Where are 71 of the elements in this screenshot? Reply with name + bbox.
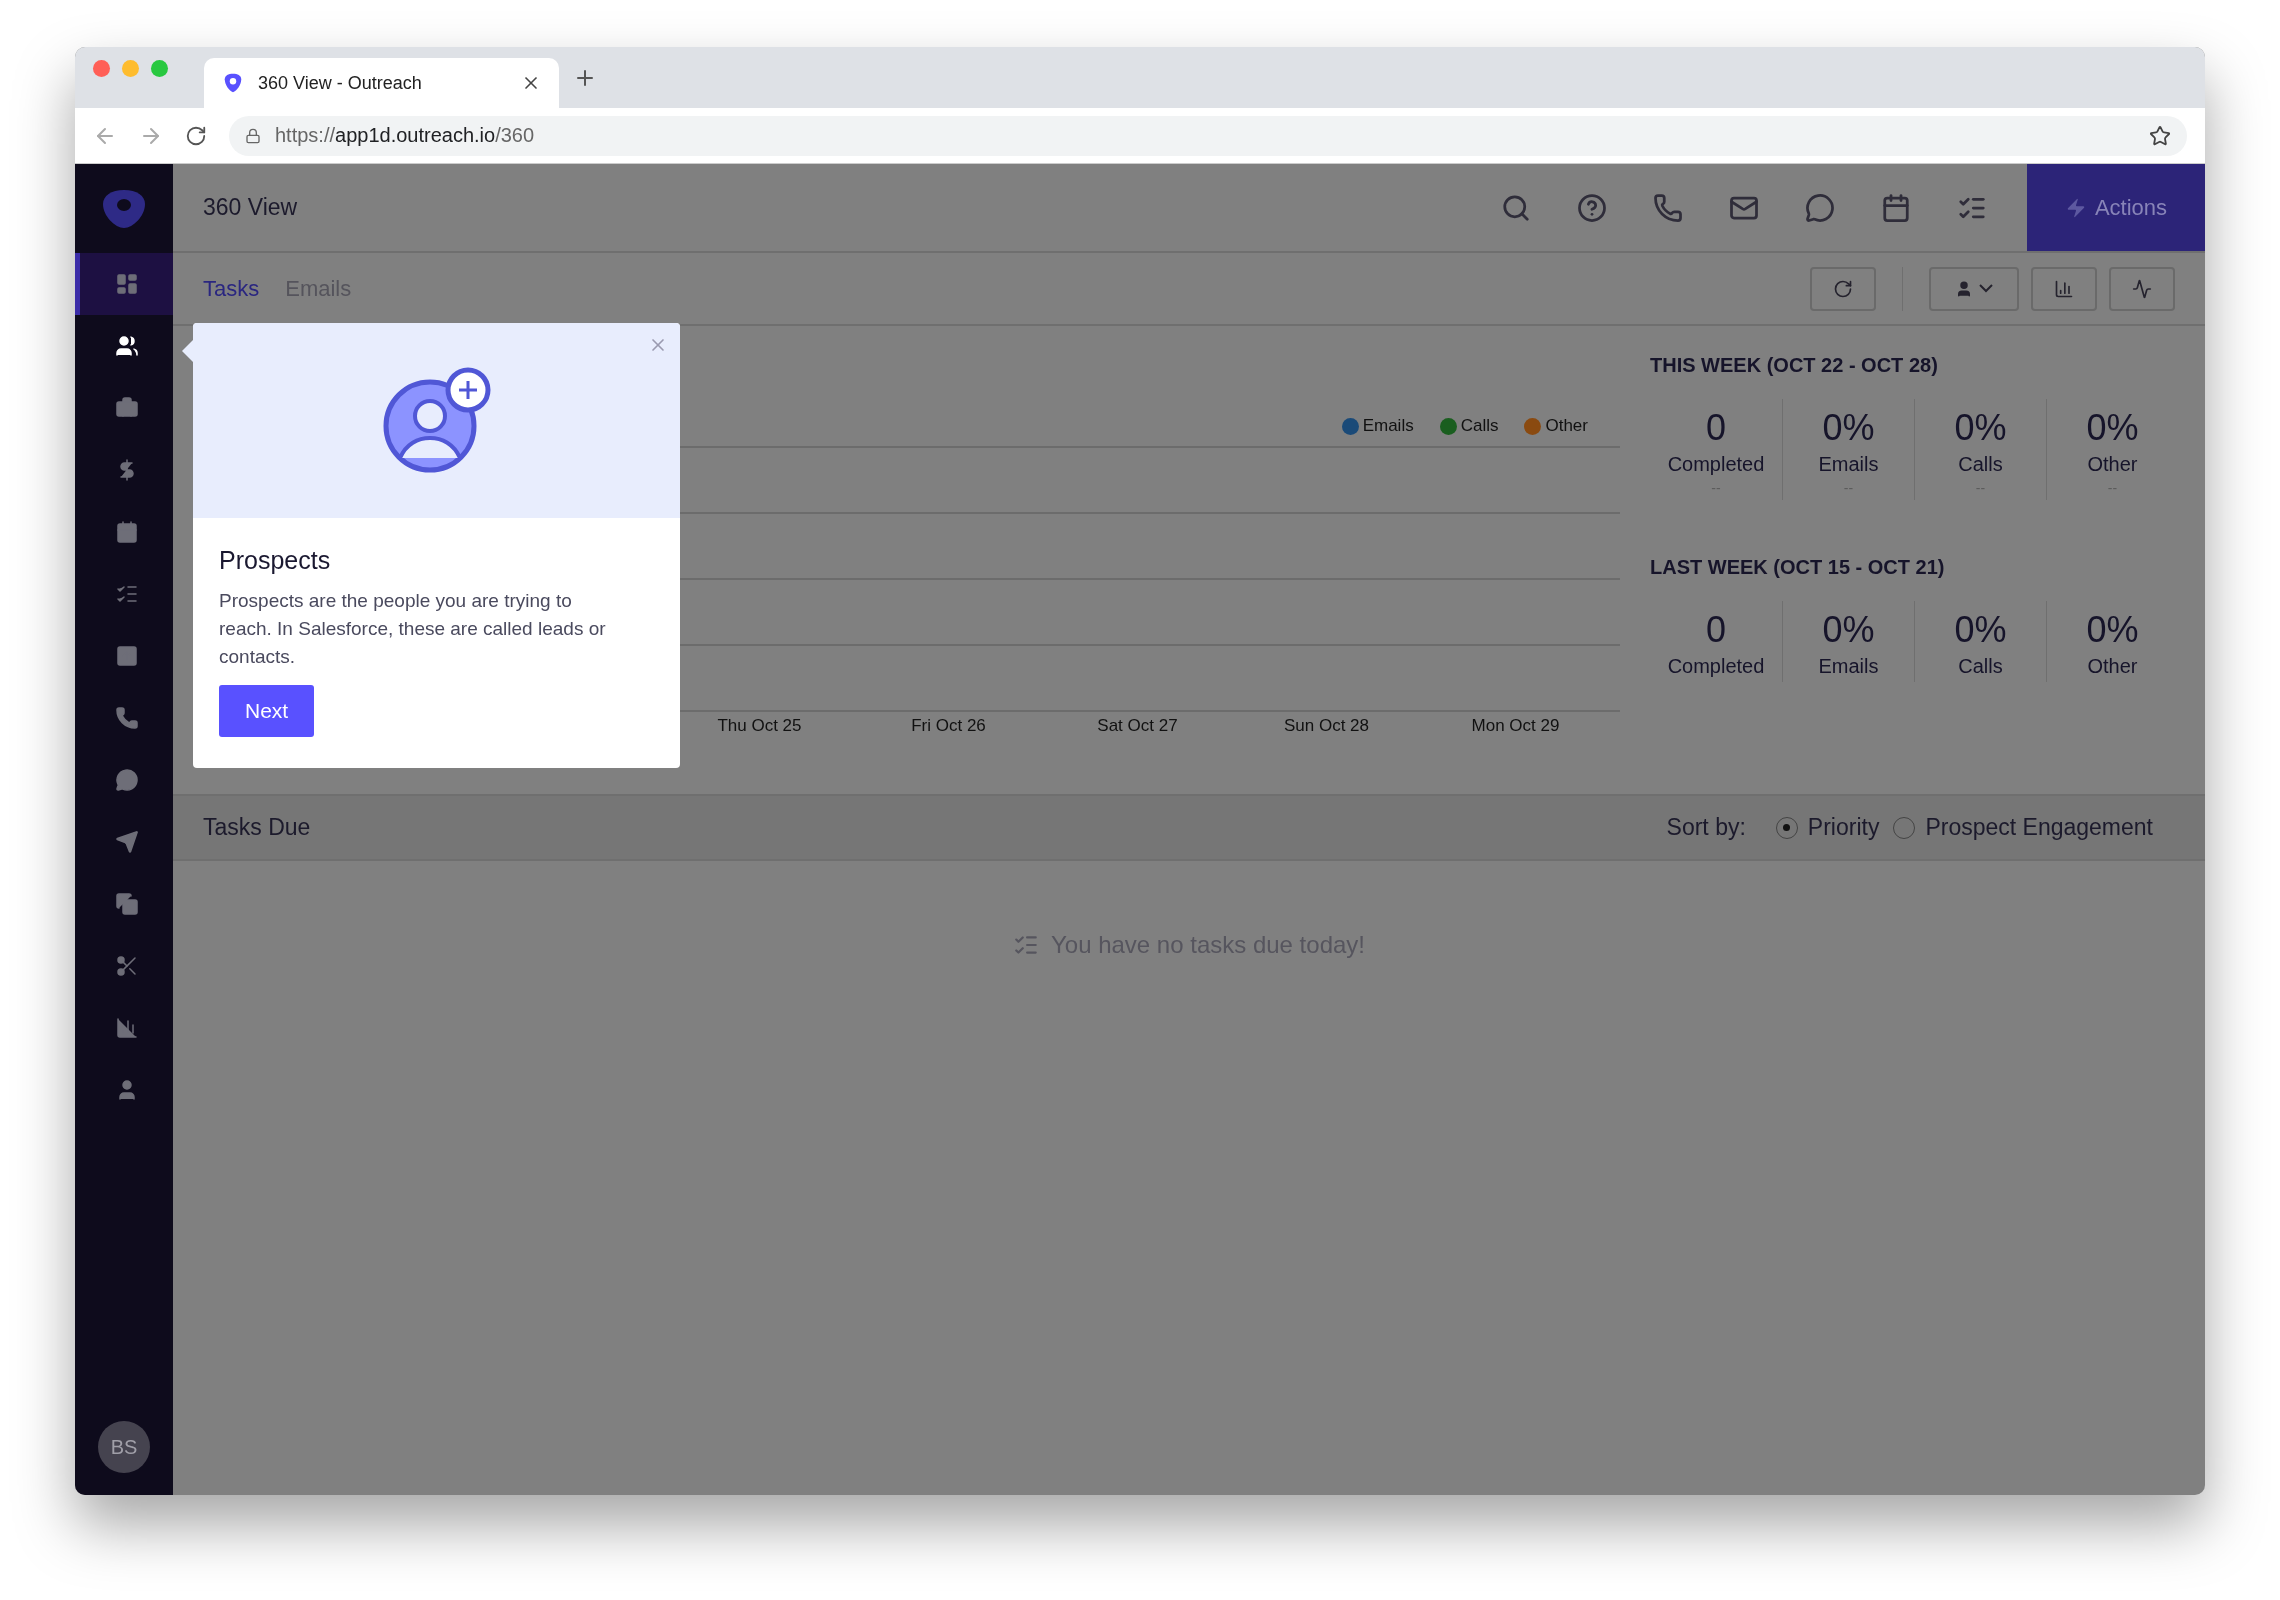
people-icon (114, 334, 139, 358)
legend-label: Emails (1362, 416, 1414, 436)
stat-change: -- (1711, 480, 1721, 496)
tab[interactable]: Tasks (203, 275, 260, 302)
legend-label: Other (1545, 416, 1588, 436)
stat-value: 0% (1822, 609, 1875, 651)
user-filter-button[interactable] (1929, 266, 2019, 311)
dashboard-icon (114, 272, 139, 296)
stat-label: Completed (1667, 453, 1765, 476)
stat-value: 0 (1706, 609, 1726, 651)
user-avatar[interactable]: BS (98, 1421, 150, 1473)
axis-label: Thu Oct 25 (716, 716, 803, 736)
stat-value: 0% (1954, 407, 2007, 449)
legend-label: Calls (1460, 416, 1499, 436)
address-bar[interactable]: https://app1d.outreach.io/360 (229, 115, 2187, 156)
popup-text: Prospects are the people you are trying to reach. In Salesforce, these are called leads or contacts. (219, 589, 607, 669)
stat-label: Emails (1818, 655, 1879, 678)
calendar-icon (114, 520, 139, 544)
week-title: THIS WEEK (OCT 22 - OCT 28) (1650, 354, 1939, 377)
copy-icon (114, 892, 139, 916)
stat-change: -- (1843, 480, 1854, 496)
stat-value: 0% (1822, 407, 1875, 449)
lock-icon (245, 127, 261, 144)
axis-label: Mon Oct 29 (1470, 716, 1561, 736)
chart-view-button[interactable] (2031, 266, 2097, 311)
phone-icon (114, 706, 139, 730)
tab-title: 360 View - Outreach (258, 72, 423, 94)
stat-label: Other (2087, 453, 2138, 476)
scissors-icon (114, 954, 139, 978)
section-title: Tasks Due (203, 814, 312, 841)
stat-label: Calls (1958, 453, 2003, 476)
stat-change: -- (2107, 480, 2118, 496)
radio-label[interactable]: Prospect Engagement (1925, 814, 2153, 841)
refresh-icon (1833, 278, 1853, 299)
briefcase-icon (114, 396, 139, 420)
help-icon[interactable] (1577, 192, 1607, 223)
stat-value: 0% (1954, 609, 2007, 651)
stat-value: 0% (2086, 609, 2139, 651)
stat-label: Emails (1818, 453, 1879, 476)
week-title: LAST WEEK (OCT 15 - OCT 21) (1650, 556, 1946, 579)
actions-button[interactable]: Actions (2027, 164, 2205, 251)
axis-label: Fri Oct 26 (910, 716, 987, 736)
pulse-icon (2132, 278, 2152, 299)
close-window-button[interactable] (93, 60, 110, 77)
shield-logo-icon (222, 72, 244, 94)
sort-label: Sort by: (1666, 814, 1746, 841)
bookmark-star-icon[interactable] (2149, 124, 2171, 147)
calendar-icon[interactable] (1881, 192, 1911, 223)
reload-icon[interactable] (185, 124, 207, 147)
stat-label: Calls (1958, 655, 2003, 678)
stat-value: 0 (1706, 407, 1726, 449)
stat-value: 0% (2086, 407, 2139, 449)
refresh-button[interactable] (1810, 266, 1876, 311)
axis-label: Sat Oct 27 (1096, 716, 1179, 736)
send-icon (114, 830, 139, 854)
chat-icon[interactable] (1805, 192, 1835, 223)
phone-icon[interactable] (1653, 192, 1683, 223)
search-icon[interactable] (1501, 192, 1531, 223)
page-title: 360 View (202, 194, 299, 221)
stat-change: -- (1975, 480, 1986, 496)
radio-label[interactable]: Priority (1807, 814, 1880, 841)
chevron-down-icon (1979, 284, 1993, 293)
browser-tab[interactable]: 360 View - Outreach (204, 58, 559, 108)
activity-view-button[interactable] (2109, 266, 2175, 311)
popup-title: Prospects (219, 546, 331, 575)
stat-label: Other (2087, 655, 2138, 678)
stat-label: Completed (1667, 655, 1765, 678)
chat-icon (114, 768, 139, 792)
next-button[interactable]: Next (219, 685, 315, 737)
axis-label: Sun Oct 28 (1282, 716, 1371, 736)
person-icon (1955, 279, 1973, 298)
